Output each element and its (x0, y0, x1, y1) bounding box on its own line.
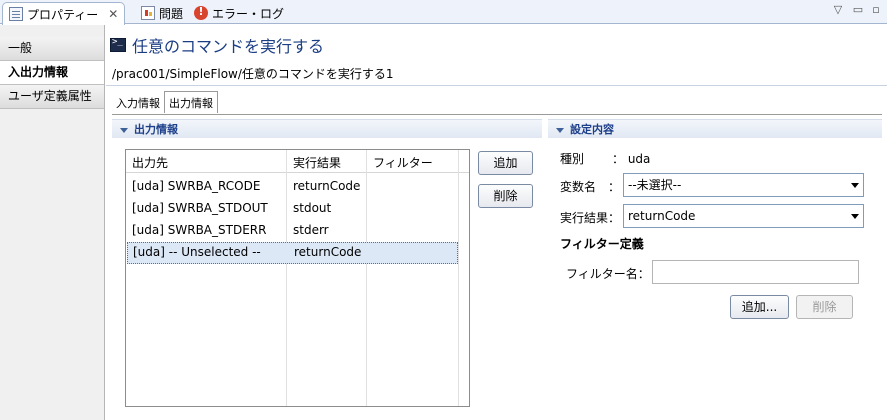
filter-name-input[interactable] (652, 260, 859, 284)
output-table[interactable]: 出力先 実行結果 フィルター [uda] SWRBA_RCODE returnC… (125, 149, 470, 407)
kind-label: 種別 (560, 152, 585, 166)
add-output-button[interactable]: 追加 (478, 151, 533, 175)
variable-select[interactable]: --未選択-- (623, 173, 864, 197)
view-tab-bar: プロパティー ✕ 問題 エラー・ログ ▽ ▭ ▫ (0, 0, 887, 25)
maximize-icon[interactable]: ▫ (869, 3, 883, 17)
element-path: /prac001/SimpleFlow/任意のコマンドを実行する1 (112, 67, 394, 81)
tab-problems-label: 問題 (159, 6, 184, 21)
cell-dest: [uda] SWRBA_STDERR (132, 223, 267, 237)
subtab-divider (112, 114, 882, 115)
delete-output-button[interactable]: 削除 (478, 184, 533, 208)
cell-result: returnCode (294, 245, 362, 259)
table-row[interactable]: [uda] SWRBA_STDOUT stdout (126, 198, 469, 220)
minimize-icon[interactable]: ▭ (851, 3, 865, 17)
add-filter-button[interactable]: 追加... (730, 295, 789, 319)
collapse-triangle-icon (556, 127, 564, 133)
view-menu-icon[interactable]: ▽ (831, 3, 845, 17)
problems-icon (141, 6, 155, 20)
column-header-filter[interactable]: フィルター (373, 154, 433, 171)
chevron-down-icon (851, 183, 859, 188)
header-divider (106, 85, 887, 86)
properties-icon (9, 7, 23, 21)
collapse-triangle-icon (120, 127, 128, 133)
tab-properties-label: プロパティー (27, 7, 99, 22)
subtab-output-info[interactable]: 出力情報 (164, 91, 218, 113)
result-select-value: returnCode (628, 209, 696, 223)
cell-result: stderr (293, 223, 329, 237)
properties-content: 任意のコマンドを実行する /prac001/SimpleFlow/任意のコマンド… (106, 25, 887, 420)
tab-problems[interactable]: 問題 (135, 2, 189, 24)
result-select[interactable]: returnCode (623, 204, 864, 228)
table-row[interactable]: [uda] SWRBA_RCODE returnCode (126, 176, 469, 198)
settings-section-title: 設定内容 (570, 123, 614, 136)
sidebar-item-general[interactable]: 一般 (0, 37, 104, 61)
settings-section-header[interactable]: 設定内容 (548, 119, 882, 138)
tab-properties[interactable]: プロパティー ✕ (2, 2, 126, 25)
filter-definition-title: フィルター定義 (560, 237, 644, 251)
table-row-selected[interactable]: [uda] -- Unselected -- returnCode (127, 242, 458, 264)
tab-error-log[interactable]: エラー・ログ (188, 2, 290, 24)
chevron-down-icon (851, 214, 859, 219)
kind-value: ： uda (612, 152, 651, 166)
delete-filter-button[interactable]: 削除 (796, 295, 853, 319)
error-log-icon (194, 5, 208, 20)
command-icon (110, 37, 126, 52)
cell-dest: [uda] -- Unselected -- (133, 245, 261, 259)
variable-label: 変数名 ： (560, 180, 621, 194)
output-section-title: 出力情報 (134, 123, 178, 136)
cell-result: stdout (293, 201, 332, 215)
tab-error-log-label: エラー・ログ (212, 6, 285, 21)
page-header: 任意のコマンドを実行する (110, 35, 325, 56)
table-row[interactable]: [uda] SWRBA_STDERR stderr (126, 220, 469, 242)
result-label: 実行結果： (560, 211, 621, 225)
cell-dest: [uda] SWRBA_STDOUT (132, 201, 268, 215)
close-icon[interactable]: ✕ (108, 7, 118, 21)
output-section-header[interactable]: 出力情報 (112, 119, 542, 138)
column-header-dest[interactable]: 出力先 (132, 154, 168, 171)
column-header-result[interactable]: 実行結果 (293, 154, 341, 171)
subtab-input-info[interactable]: 入力情報 (112, 93, 164, 113)
subtab-strip: 入力情報 出力情報 (112, 91, 218, 113)
category-sidebar: 一般 入出力情報 ユーザ定義属性 (0, 25, 105, 420)
sidebar-item-io-info[interactable]: 入出力情報 (0, 61, 104, 85)
cell-dest: [uda] SWRBA_RCODE (132, 179, 261, 193)
filter-name-label: フィルター名： (566, 267, 650, 281)
cell-result: returnCode (293, 179, 361, 193)
table-header: 出力先 実行結果 フィルター (126, 150, 469, 173)
variable-select-value: --未選択-- (628, 178, 682, 192)
page-title: 任意のコマンドを実行する (132, 37, 325, 56)
sidebar-item-user-attributes[interactable]: ユーザ定義属性 (0, 85, 104, 109)
